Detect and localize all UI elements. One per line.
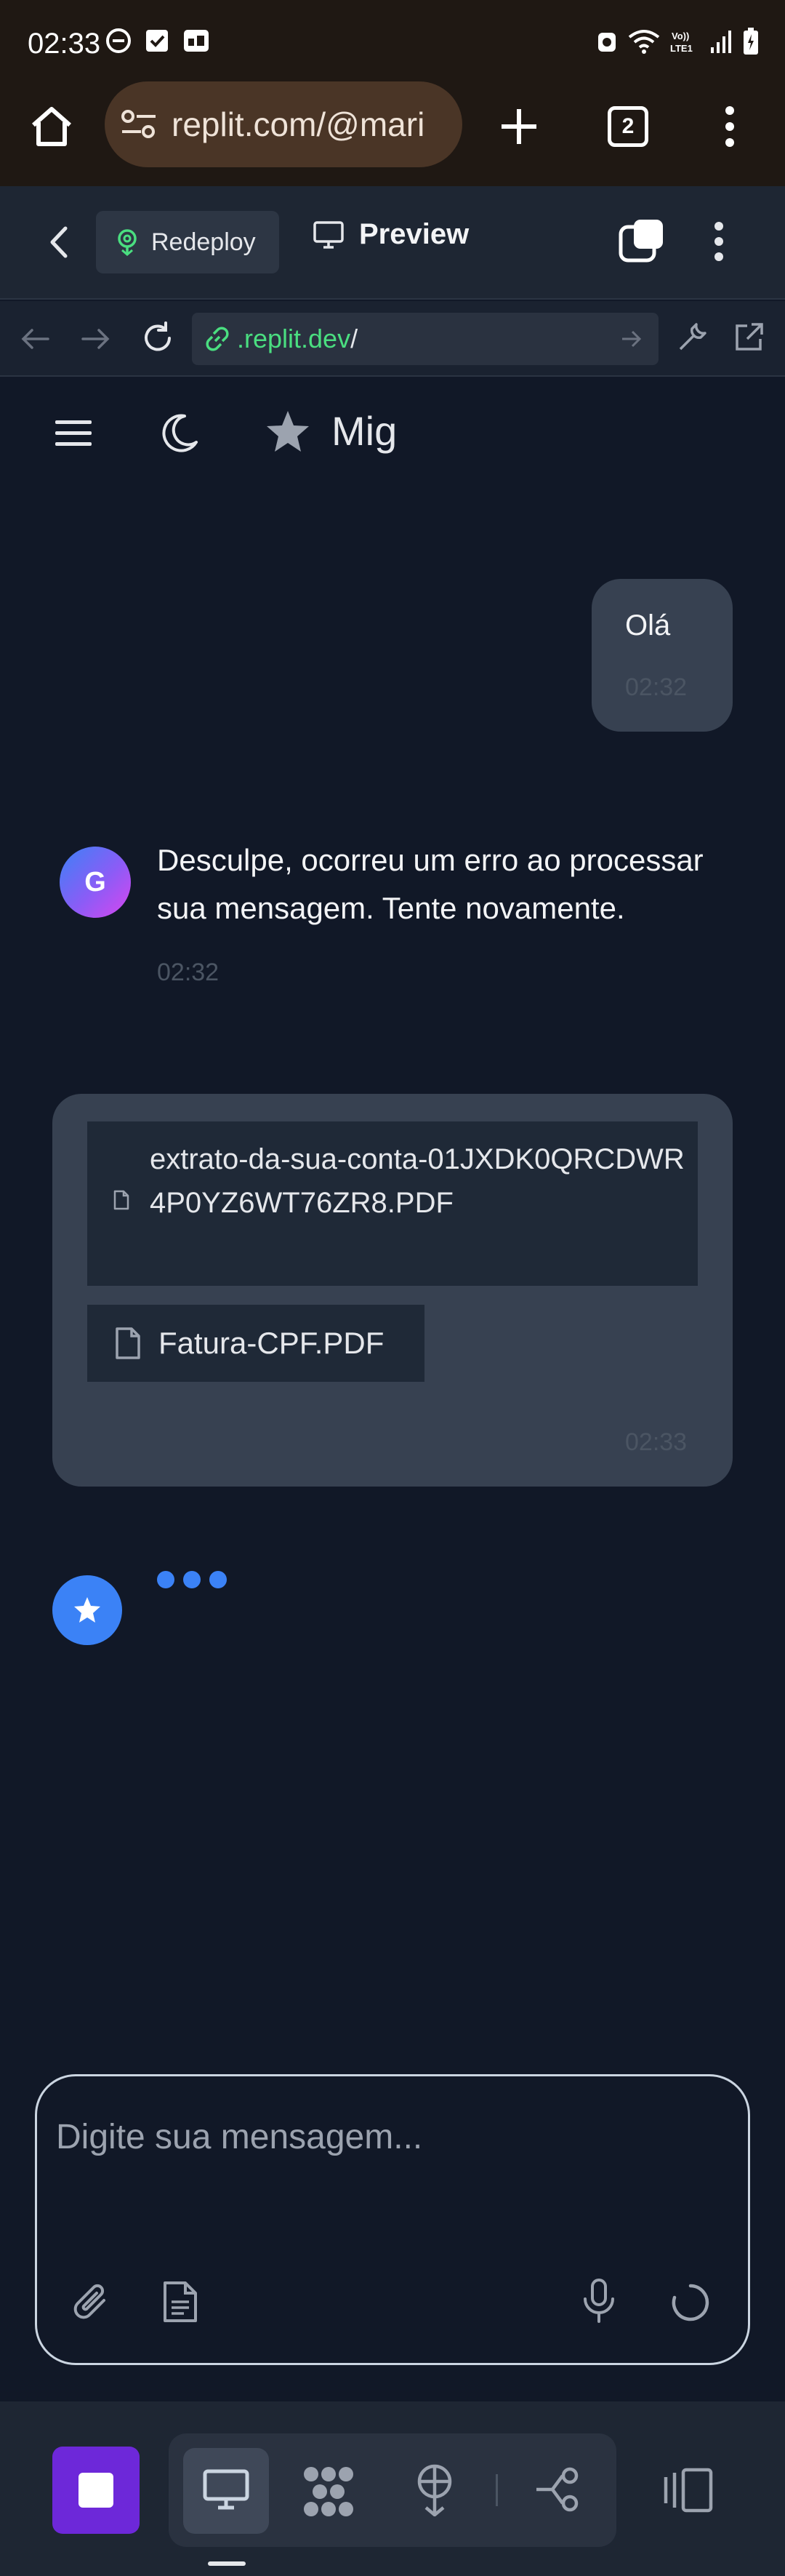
attachment-file[interactable]: Fatura-CPF.PDF (87, 1305, 424, 1382)
typing-indicator-dot (157, 1571, 174, 1588)
monitor-icon (313, 220, 344, 249)
url-pill[interactable]: replit.com/@mari (105, 81, 462, 167)
gesture-handle (208, 2561, 246, 2566)
check-notification-icon (146, 30, 168, 52)
status-icons-left (105, 28, 210, 54)
attachment-file[interactable]: extrato-da-sua-conta-01JXDK0QRCDWR4P0YZ6… (87, 1121, 698, 1286)
assistant-avatar: G (60, 847, 131, 918)
preview-url-field[interactable]: .replit.dev/ (192, 313, 659, 365)
app-notification-icon (184, 30, 209, 52)
file-icon (116, 1327, 140, 1359)
dnd-icon (106, 28, 131, 53)
microphone-icon[interactable] (582, 2279, 616, 2324)
deployments-icon[interactable] (413, 2464, 456, 2516)
attachment-filename: Fatura-CPF.PDF (158, 1326, 385, 1360)
agent-icon[interactable] (301, 2464, 356, 2519)
preview-monitor-icon[interactable] (202, 2468, 250, 2511)
typing-indicator-dot (209, 1571, 227, 1588)
message-time: 02:32 (625, 673, 688, 701)
battery-icon (744, 28, 758, 55)
message-input[interactable]: Digite sua mensagem... (56, 2117, 422, 2157)
status-icons-right: Vo)) LTE1 (596, 28, 759, 55)
home-icon[interactable] (29, 105, 74, 148)
app-title: Mig (331, 408, 398, 454)
back-chevron-icon[interactable] (48, 225, 70, 259)
hamburger-menu-icon[interactable] (55, 419, 92, 448)
document-icon[interactable] (162, 2280, 198, 2324)
dark-mode-moon-icon[interactable] (158, 413, 199, 454)
redeploy-button[interactable]: Redeploy (96, 211, 279, 273)
link-icon (206, 327, 229, 351)
loading-spinner-icon (672, 2284, 709, 2321)
preview-url-path: / (350, 324, 358, 353)
replit-menu-icon[interactable] (711, 221, 727, 262)
volte-icon: Vo)) LTE1 (670, 31, 693, 54)
assistant-avatar (52, 1575, 122, 1645)
new-tab-icon[interactable] (499, 106, 539, 147)
signal-icon (711, 31, 731, 53)
forward-arrow-icon[interactable] (81, 327, 110, 351)
nav-divider (496, 2474, 498, 2506)
preview-tab[interactable]: Preview (313, 218, 469, 251)
workflow-icon[interactable] (534, 2467, 584, 2512)
paperclip-icon[interactable] (72, 2281, 113, 2322)
preview-url-domain: .replit.dev (237, 324, 351, 353)
go-arrow-icon[interactable] (621, 329, 643, 349)
stop-button[interactable] (52, 2447, 140, 2534)
typing-indicator-dot (183, 1571, 201, 1588)
tab-count-button[interactable]: 2 (608, 106, 648, 147)
message-composer[interactable]: Digite sua mensagem... (35, 2074, 750, 2365)
message-time: 02:33 (625, 1428, 688, 1456)
alarm-icon (598, 33, 616, 52)
assistant-message-text: Desculpe, ocorreu um erro ao processar s… (157, 843, 704, 925)
reload-icon[interactable] (141, 321, 174, 355)
message-text: Olá (625, 609, 671, 641)
assistant-message-time: 02:32 (157, 959, 220, 986)
svg-text:LTE1: LTE1 (670, 43, 693, 54)
back-arrow-icon[interactable] (20, 327, 49, 351)
devtools-wrench-icon[interactable] (676, 320, 709, 353)
stop-icon (78, 2473, 113, 2508)
user-message-bubble: Olá 02:32 (592, 579, 733, 732)
site-settings-icon[interactable] (121, 109, 157, 140)
wifi-icon (628, 30, 660, 54)
file-icon (113, 1190, 129, 1210)
svg-text:Vo)): Vo)) (672, 31, 689, 41)
url-text[interactable]: replit.com/@mari (172, 105, 424, 144)
open-external-icon[interactable] (733, 321, 765, 353)
browser-menu-icon[interactable] (721, 105, 738, 148)
star-logo-icon (267, 411, 309, 452)
split-view-icon[interactable] (661, 2467, 714, 2513)
preview-label: Preview (359, 218, 470, 250)
redeploy-label: Redeploy (151, 228, 256, 256)
attachment-filename: extrato-da-sua-conta-01JXDK0QRCDWR4P0YZ6… (150, 1143, 685, 1219)
deploy-icon (118, 229, 137, 256)
tabs-switcher-icon[interactable] (618, 218, 664, 263)
status-time: 02:33 (28, 28, 101, 60)
star-icon (74, 1597, 100, 1623)
